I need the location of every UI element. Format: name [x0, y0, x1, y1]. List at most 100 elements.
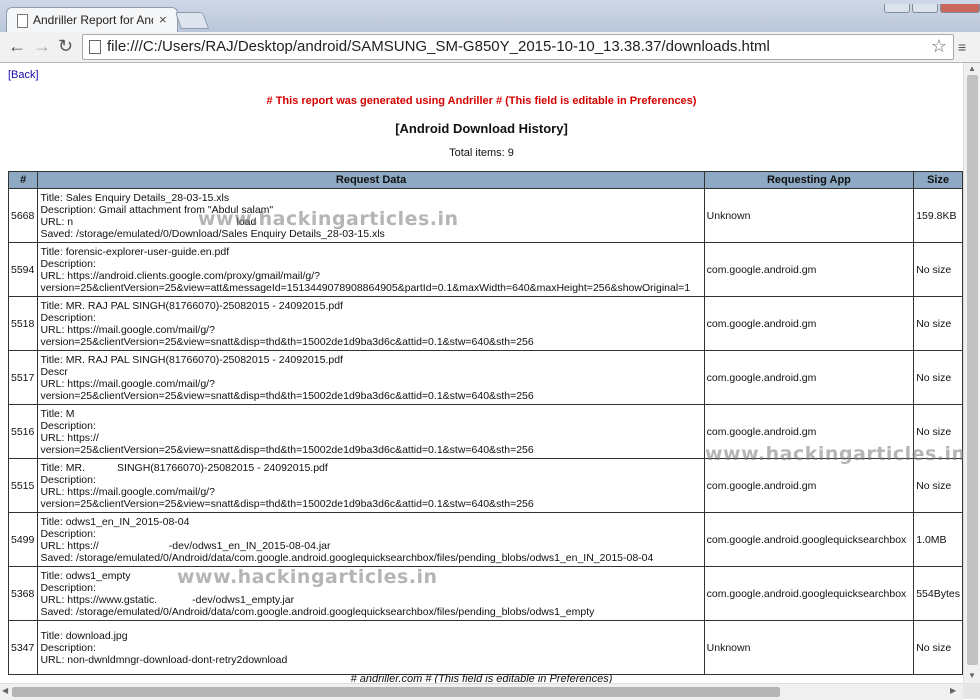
- table-row: 5594 Title: forensic-explorer-user-guide.…: [7, 242, 963, 297]
- row-id: 5518: [7, 296, 39, 351]
- col-header-id[interactable]: #: [7, 171, 39, 189]
- row-size: No size: [913, 350, 963, 405]
- new-tab-button[interactable]: [174, 12, 210, 29]
- row-id: 5594: [7, 242, 39, 297]
- request-data-line: URL: https://android.clients.google.com/…: [40, 269, 320, 282]
- request-data-line: URL: https://mail.google.com/mail/g/?: [40, 485, 215, 498]
- request-data-line: Saved: /storage/emulated/0/Android/data/…: [40, 551, 654, 564]
- row-request-data: Title: MR. RAJ PAL SINGH(81766070)-25082…: [37, 350, 705, 405]
- close-window-button[interactable]: [940, 4, 980, 13]
- row-request-data: Title: M Description: URL: https://version…: [37, 404, 705, 459]
- row-id: 5515: [7, 458, 39, 513]
- request-data-line: Descr: [40, 365, 68, 378]
- browser-toolbar: ← → ↻ file:///C:/Users/RAJ/Desktop/andro…: [0, 32, 980, 63]
- col-header-requesting-app[interactable]: Requesting App: [703, 171, 915, 189]
- back-arrow-icon[interactable]: ←: [8, 36, 26, 57]
- row-id: 5517: [7, 350, 39, 405]
- scrollbar-corner: [963, 683, 980, 699]
- report-footer: # andriller.com # (This field is editabl…: [350, 673, 613, 683]
- horizontal-scrollbar[interactable]: ◀ ▶: [0, 683, 963, 700]
- address-bar[interactable]: file:///C:/Users/RAJ/Desktop/android/SAM…: [82, 34, 954, 60]
- request-data-line: Description:: [40, 641, 96, 654]
- row-request-data: Title: MR. SINGH(81766070)-25082015 - 24…: [37, 458, 705, 513]
- request-data-line: Description:: [40, 527, 96, 540]
- row-size: 159.8KB: [913, 188, 963, 243]
- horizontal-scroll-thumb[interactable]: [12, 687, 780, 697]
- row-size: No size: [913, 296, 963, 351]
- forward-arrow-icon[interactable]: →: [33, 36, 51, 57]
- request-data-line: version=25&clientVersion=25&view=snatt&d…: [40, 443, 534, 456]
- browser-tab[interactable]: Andriller Report for Andro ×: [6, 7, 178, 33]
- request-data-line: URL: https:// -dev/odws1_en_IN_2015-08-0…: [40, 539, 331, 552]
- request-data-line: Description:: [40, 419, 96, 432]
- row-size: No size: [913, 620, 963, 675]
- request-data-line: Title: MR. RAJ PAL SINGH(81766070)-25082…: [40, 299, 343, 312]
- col-header-size[interactable]: Size: [913, 171, 963, 189]
- page-content: [Back] # This report was generated using…: [0, 63, 963, 683]
- watermark: www.hackingarticles.in: [705, 443, 966, 465]
- table-row: 5499 Title: odws1_en_IN_2015-08-04 Descrip…: [7, 512, 963, 567]
- reload-icon[interactable]: ↻: [58, 36, 73, 57]
- watermark: www.hackingarticles.in: [198, 208, 459, 230]
- request-data-line: Title: M: [40, 407, 75, 420]
- vertical-scroll-thumb[interactable]: [967, 75, 978, 665]
- request-data-line: version=25&clientVersion=25&view=snatt&d…: [40, 497, 534, 510]
- row-request-data: Title: forensic-explorer-user-guide.en.p…: [37, 242, 705, 297]
- window-controls: [882, 0, 980, 13]
- minimize-button[interactable]: [884, 4, 910, 13]
- request-data-line: URL: https://mail.google.com/mail/g/?: [40, 323, 215, 336]
- request-data-line: Title: forensic-explorer-user-guide.en.p…: [40, 245, 230, 258]
- bookmark-star-icon[interactable]: ☆: [931, 36, 947, 57]
- request-data-line: Title: download.jpg: [40, 629, 128, 642]
- menu-icon[interactable]: ≡: [958, 39, 966, 55]
- row-size: 1.0MB: [913, 512, 963, 567]
- download-history-table: # Request Data Requesting App Size 5668 T…: [7, 171, 963, 675]
- row-request-data: Title: odws1_en_IN_2015-08-04 Description…: [37, 512, 705, 567]
- row-requesting-app: Unknown: [703, 188, 915, 243]
- request-data-line: URL: https://mail.google.com/mail/g/?: [40, 377, 215, 390]
- vertical-scrollbar[interactable]: ▲ ▼: [963, 63, 980, 683]
- row-requesting-app: com.google.android.gm: [703, 458, 915, 513]
- row-requesting-app: Unknown: [703, 620, 915, 675]
- watermark: www.hackingarticles.in: [177, 566, 438, 588]
- request-data-line: Title: MR. SINGH(81766070)-25082015 - 24…: [40, 461, 328, 474]
- table-row: 5515 Title: MR. SINGH(81766070)-25082015 …: [7, 458, 963, 513]
- page-title: [Android Download History]: [395, 121, 568, 136]
- page-icon: [89, 40, 101, 54]
- total-items: Total items: 9: [449, 147, 514, 159]
- page-icon: [17, 14, 28, 28]
- close-tab-icon[interactable]: ×: [159, 12, 167, 27]
- table-row: 5668 Title: Sales Enquiry Details_28-03-1…: [7, 188, 963, 243]
- request-data-line: Saved: /storage/emulated/0/Android/data/…: [40, 605, 595, 618]
- report-notice: # This report was generated using Andril…: [266, 95, 697, 107]
- scroll-right-icon[interactable]: ▶: [950, 686, 956, 695]
- row-id: 5368: [7, 566, 39, 621]
- row-request-data: Title: download.jpg Description: URL: non-…: [37, 620, 705, 675]
- scroll-left-icon[interactable]: ◀: [2, 686, 8, 695]
- request-data-line: version=25&clientVersion=25&view=att&mes…: [40, 281, 691, 294]
- col-header-request-data[interactable]: Request Data: [37, 171, 705, 189]
- scroll-up-icon[interactable]: ▲: [968, 64, 976, 73]
- scroll-down-icon[interactable]: ▼: [968, 671, 976, 680]
- row-id: 5499: [7, 512, 39, 567]
- table-row: 5518 Title: MR. RAJ PAL SINGH(81766070)-2…: [7, 296, 963, 351]
- row-requesting-app: com.google.android.googlequicksearchbox: [703, 566, 915, 621]
- request-data-line: Title: odws1_en_IN_2015-08-04: [40, 515, 190, 528]
- row-id: 5516: [7, 404, 39, 459]
- table-row: 5347 Title: download.jpg Description: URL: …: [7, 620, 963, 675]
- request-data-line: URL: non-dwnldmngr-download-dont-retry2d…: [40, 653, 288, 666]
- request-data-line: Title: MR. RAJ PAL SINGH(81766070)-25082…: [40, 353, 343, 366]
- row-requesting-app: com.google.android.gm: [703, 296, 915, 351]
- request-data-line: Description:: [40, 257, 96, 270]
- request-data-line: version=25&clientVersion=25&view=snatt&d…: [40, 389, 534, 402]
- request-data-line: Title: Sales Enquiry Details_28-03-15.xl…: [40, 191, 230, 204]
- url-text[interactable]: file:///C:/Users/RAJ/Desktop/android/SAM…: [107, 38, 770, 55]
- row-id: 5347: [7, 620, 39, 675]
- request-data-line: Description:: [40, 311, 96, 324]
- browser-title-bar: Andriller Report for Andro ×: [0, 0, 980, 33]
- row-requesting-app: com.google.android.gm: [703, 350, 915, 405]
- maximize-button[interactable]: [912, 4, 938, 13]
- back-link[interactable]: [Back]: [8, 69, 39, 81]
- row-requesting-app: com.google.android.googlequicksearchbox: [703, 512, 915, 567]
- table-row: 5368 Title: odws1_empty Description: URL: h…: [7, 566, 963, 621]
